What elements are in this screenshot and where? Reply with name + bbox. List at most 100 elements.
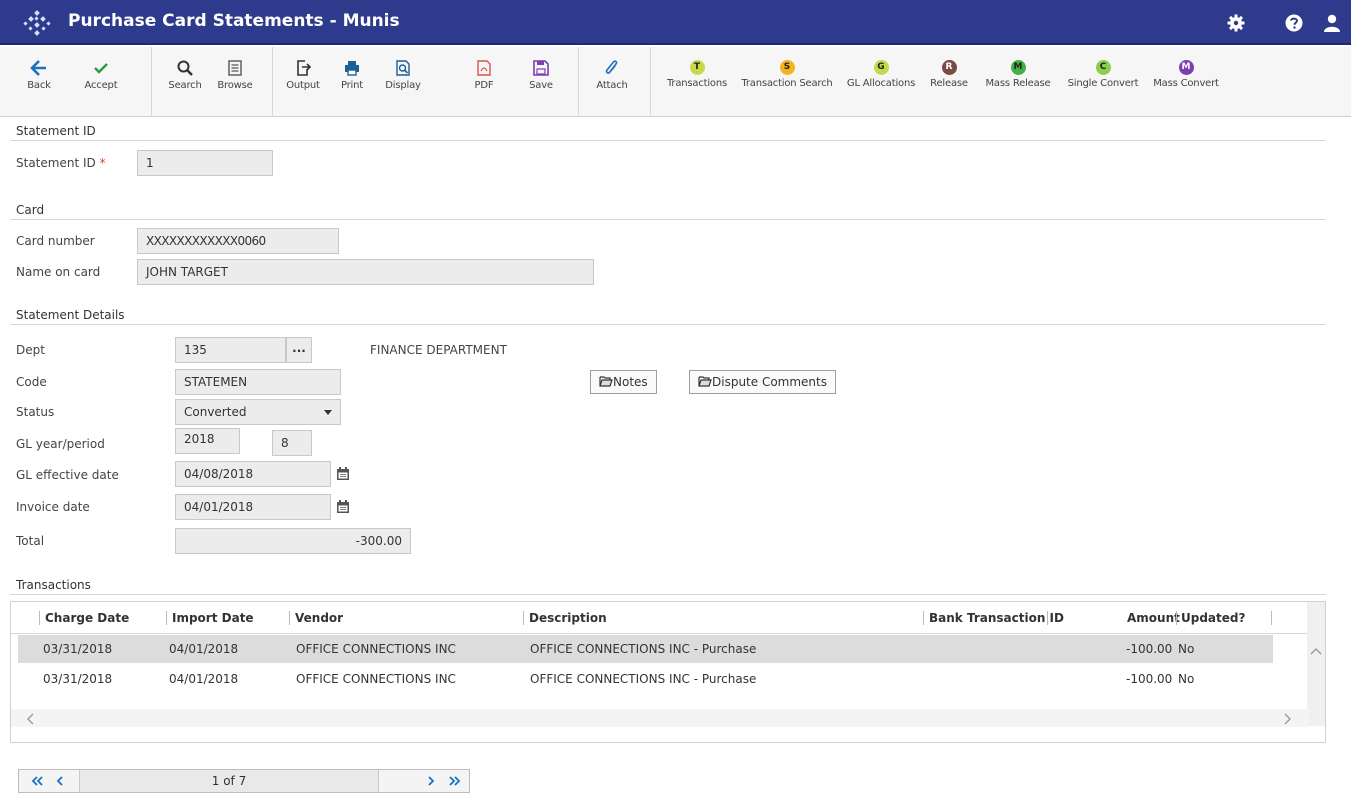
- accept-button[interactable]: Accept: [76, 47, 126, 117]
- column-header-amount[interactable]: Amount: [1127, 611, 1180, 625]
- pdf-button[interactable]: PDF: [467, 47, 501, 117]
- mass-release-label: Mass Release: [985, 78, 1051, 89]
- dept-lookup-button[interactable]: ...: [286, 337, 312, 363]
- column-separator: [923, 611, 924, 625]
- pdf-label: PDF: [474, 80, 494, 91]
- card-number-field[interactable]: XXXXXXXXXXXX0060: [137, 228, 339, 254]
- accept-label: Accept: [84, 80, 118, 91]
- back-label: Back: [27, 80, 51, 91]
- column-separator: [523, 611, 524, 625]
- previous-record-icon[interactable]: [49, 770, 73, 792]
- gl-effective-date-label: GL effective date: [16, 468, 119, 482]
- notes-button[interactable]: Notes: [590, 370, 657, 394]
- output-button[interactable]: Output: [280, 47, 326, 117]
- table-row[interactable]: 03/31/2018 04/01/2018 OFFICE CONNECTIONS…: [18, 665, 1273, 693]
- invoice-date-field[interactable]: 04/01/2018: [175, 494, 331, 520]
- gl-period-field[interactable]: 8: [272, 430, 312, 456]
- first-record-icon[interactable]: [25, 770, 49, 792]
- section-title-transactions: Transactions: [16, 578, 91, 592]
- browse-button[interactable]: Browse: [212, 47, 258, 117]
- open-folder-icon: [698, 376, 712, 387]
- search-button[interactable]: Search: [163, 47, 207, 117]
- required-marker: *: [99, 156, 106, 170]
- back-button[interactable]: Back: [18, 47, 60, 117]
- gl-allocations-button[interactable]: G GL Allocations: [843, 47, 919, 117]
- column-header-import-date[interactable]: Import Date: [172, 611, 254, 625]
- chevron-right-icon[interactable]: [1283, 713, 1293, 725]
- section-divider: [10, 140, 1326, 141]
- release-label: Release: [930, 78, 968, 89]
- invoice-date-label: Invoice date: [16, 500, 90, 514]
- column-header-updated[interactable]: Updated?: [1181, 611, 1245, 625]
- gl-effective-date-field[interactable]: 04/08/2018: [175, 461, 331, 487]
- section-divider: [10, 594, 1326, 595]
- table-row[interactable]: 03/31/2018 04/01/2018 OFFICE CONNECTIONS…: [18, 635, 1273, 663]
- record-position: 1 of 7: [79, 770, 379, 792]
- search-label: Search: [168, 80, 202, 91]
- output-label: Output: [286, 80, 320, 91]
- cell-description: OFFICE CONNECTIONS INC - Purchase: [530, 642, 757, 656]
- transaction-search-label: Transaction Search: [741, 78, 833, 89]
- mass-release-badge-icon: M: [1010, 60, 1026, 75]
- attach-label: Attach: [596, 80, 628, 91]
- column-separator: [1176, 611, 1177, 625]
- name-on-card-field[interactable]: JOHN TARGET: [137, 259, 594, 285]
- column-header-bank-transaction-id[interactable]: Bank Transaction ID: [929, 611, 1064, 625]
- save-button[interactable]: Save: [524, 47, 558, 117]
- total-field: -300.00: [175, 528, 411, 554]
- pdf-icon: [477, 60, 491, 76]
- attach-button[interactable]: Attach: [592, 47, 632, 117]
- dept-field[interactable]: 135: [175, 337, 286, 363]
- dept-label: Dept: [16, 343, 45, 357]
- print-button[interactable]: Print: [332, 47, 372, 117]
- help-icon[interactable]: [1284, 13, 1304, 33]
- display-preview-icon: [396, 60, 410, 76]
- total-label: Total: [16, 534, 45, 548]
- display-button[interactable]: Display: [380, 47, 426, 117]
- calendar-icon[interactable]: [331, 461, 355, 487]
- grid-header: Charge Date Import Date Vendor Descripti…: [11, 602, 1309, 634]
- print-label: Print: [340, 80, 363, 91]
- next-record-icon[interactable]: [419, 770, 443, 792]
- single-convert-button[interactable]: C Single Convert: [1063, 47, 1143, 117]
- chevron-left-icon[interactable]: [25, 713, 35, 725]
- column-header-charge-date[interactable]: Charge Date: [45, 611, 129, 625]
- user-profile-icon[interactable]: [1322, 13, 1342, 33]
- mass-convert-badge-icon: M: [1178, 60, 1194, 75]
- section-divider: [10, 324, 1326, 325]
- section-title-statement-details: Statement Details: [16, 308, 125, 322]
- release-button[interactable]: R Release: [925, 47, 973, 117]
- transactions-label: Transactions: [666, 78, 728, 89]
- column-separator: [166, 611, 167, 625]
- status-label: Status: [16, 405, 55, 419]
- transactions-button[interactable]: T Transactions: [661, 47, 733, 117]
- cell-charge-date: 03/31/2018: [43, 642, 113, 656]
- transactions-badge-icon: T: [689, 60, 705, 75]
- save-disk-icon: [533, 60, 549, 76]
- settings-gear-icon[interactable]: [1226, 13, 1246, 33]
- mass-release-button[interactable]: M Mass Release: [979, 47, 1057, 117]
- section-title-statement-id: Statement ID: [16, 124, 96, 138]
- column-header-vendor[interactable]: Vendor: [295, 611, 343, 625]
- single-convert-label: Single Convert: [1067, 78, 1139, 89]
- statement-id-field[interactable]: 1: [137, 150, 273, 176]
- status-select[interactable]: Converted: [175, 399, 341, 425]
- dispute-comments-button[interactable]: Dispute Comments: [689, 370, 836, 394]
- cell-import-date: 04/01/2018: [169, 642, 239, 656]
- gl-year-field[interactable]: 2018: [175, 428, 240, 454]
- calendar-icon[interactable]: [331, 494, 355, 520]
- chevron-up-icon[interactable]: [1310, 646, 1322, 656]
- paperclip-icon: [605, 60, 618, 74]
- cell-updated: No: [1178, 642, 1195, 656]
- cell-amount: -100.00: [1126, 642, 1173, 656]
- cell-updated: No: [1178, 672, 1195, 686]
- mass-convert-button[interactable]: M Mass Convert: [1150, 47, 1222, 117]
- code-field[interactable]: STATEMEN: [175, 369, 341, 395]
- transaction-search-button[interactable]: S Transaction Search: [738, 47, 836, 117]
- horizontal-scrollbar[interactable]: [11, 709, 1309, 727]
- column-separator: [1271, 611, 1272, 625]
- column-header-description[interactable]: Description: [529, 611, 607, 625]
- toolbar-separator: [272, 47, 273, 117]
- last-record-icon[interactable]: [443, 770, 467, 792]
- vertical-scrollbar[interactable]: [1307, 602, 1325, 726]
